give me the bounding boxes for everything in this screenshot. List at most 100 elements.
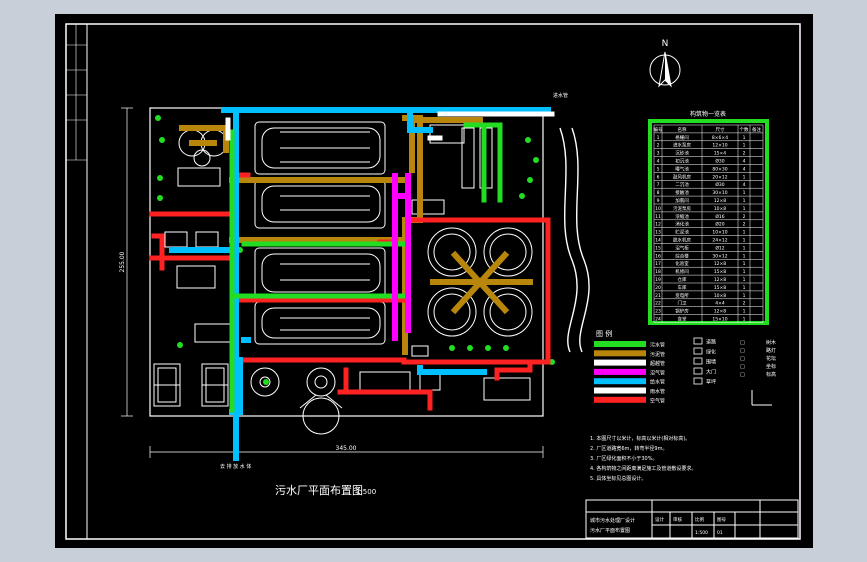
table-cell: 二沉池 [675, 181, 689, 188]
table-cell: 12×8 [714, 309, 726, 315]
table-cell: 21 [655, 293, 661, 299]
table-cell: 4 [743, 182, 746, 188]
title-block-project: 城市污水处理厂设计 [590, 517, 635, 524]
note-line: 2. 厂区道路宽6m，转弯半径9m。 [590, 445, 667, 452]
legend-title: 图 例 [596, 329, 612, 338]
table-cell: 18 [655, 269, 661, 275]
table-cell: 3 [657, 151, 660, 157]
table-cell: 进水泵房 [673, 142, 691, 149]
table-cell: 化验室 [675, 260, 689, 267]
table-cell: 30×12 [712, 253, 727, 259]
inlet-label: 进水管 [553, 92, 568, 99]
table-cell: 1 [743, 261, 746, 267]
table-cell: 12×10 [712, 143, 727, 149]
table-cell: 17 [655, 261, 661, 267]
table-cell: 浓缩池 [675, 213, 689, 220]
table-cell: 12 [655, 222, 661, 228]
table-cell: 14 [655, 238, 661, 244]
table-cell: 鼓风机房 [673, 173, 691, 180]
table-cell: 1 [743, 317, 746, 323]
title-block-drawing: 污水厂平面布置图 [590, 527, 630, 534]
table-cell: 15 [655, 245, 661, 251]
title-block-label: 图号 [717, 517, 726, 523]
table-cell: 2 [743, 214, 746, 220]
legend-extra-label: 花坛 [766, 355, 776, 362]
table-cell: 2 [743, 151, 746, 157]
left-dimension-text: 255.00 [119, 251, 126, 272]
table-cell: 24×12 [712, 238, 727, 244]
table-cell: 13 [655, 230, 661, 236]
table-cell: 9 [657, 198, 660, 204]
legend-swatch [594, 341, 646, 347]
table-cell: 1 [743, 309, 746, 315]
table-cell: 22 [655, 301, 661, 307]
table-cell: 1 [743, 230, 746, 236]
table-cell: 锅炉房 [675, 308, 689, 315]
note-line: 1. 本图尺寸以米计，标高以米计(相对标高)。 [590, 435, 690, 442]
legend-label: 空气管 [650, 397, 665, 404]
legend-swatch [594, 378, 646, 385]
table-cell: 15×8 [714, 285, 726, 291]
table-cell: 1 [743, 293, 746, 299]
table-cell: 脱水机房 [673, 237, 691, 244]
table-cell: 格栅间 [675, 134, 689, 141]
table-cell: 1 [743, 198, 746, 204]
title-block-label: 设计 [655, 516, 664, 523]
legend-label: 雨水管 [650, 388, 665, 395]
legend-extra-label: 坐标 [766, 363, 776, 370]
table-cell: 初沉池 [675, 158, 689, 165]
table-cell: 沉砂池 [675, 150, 689, 157]
table-cell: 加氯间 [675, 197, 689, 204]
table-cell: 污泥泵房 [673, 205, 691, 212]
table-cell: 食堂 [678, 316, 687, 323]
legend-extra-mark: □ [740, 348, 745, 354]
legend-label: 污泥管 [650, 351, 665, 358]
table-cell: 8×6×4 [712, 135, 728, 141]
table-cell: 4 [743, 166, 746, 172]
table-cell: 4 [657, 159, 660, 165]
table-cell: 12×8 [714, 261, 726, 267]
table-cell: 80×30 [712, 166, 727, 172]
table-cell: 机修间 [675, 268, 689, 275]
legend-label: 超越管 [650, 360, 665, 367]
table-cell: 5 [657, 166, 660, 172]
table-cell: 1 [743, 253, 746, 259]
table-cell: 变电所 [675, 292, 689, 299]
table-cell: 12×8 [714, 198, 726, 204]
table-header-cell: 尺寸 [716, 126, 725, 133]
table-cell: 1 [743, 245, 746, 251]
table-cell: 4×4 [715, 301, 725, 307]
table-cell: 1 [743, 143, 746, 149]
table-cell: 1 [743, 135, 746, 141]
table-cell: 15×10 [712, 317, 727, 323]
table-cell: Ø30 [715, 158, 724, 165]
table-cell: 1 [743, 190, 746, 196]
table-cell: 贮泥池 [675, 229, 689, 236]
table-cell: 11 [655, 214, 661, 220]
drawing-title: 污水厂平面布置图 [275, 484, 363, 497]
table-cell: 7 [657, 182, 660, 188]
table-cell: Ø12 [715, 244, 724, 251]
table-cell: 24 [655, 317, 661, 323]
outfall-label: 去 排 放 水 体 [220, 463, 251, 470]
title-block-value: 1:500 [695, 530, 708, 536]
legend-swatch [594, 368, 646, 375]
table-cell: 1 [743, 174, 746, 180]
legend-label: 污水管 [650, 342, 665, 349]
bottom-dimension-text: 345.00 [336, 445, 357, 452]
table-cell: 30×10 [712, 190, 727, 196]
table-header-cell: 个数 [740, 126, 749, 133]
table-cell: 沼气柜 [675, 244, 689, 251]
table-cell: 12×8 [714, 277, 726, 283]
table-cell: 16 [655, 253, 661, 259]
legend-swatch [594, 396, 646, 403]
table-cell: 1 [657, 135, 660, 141]
legend-symbol-label: 围墙 [706, 359, 716, 366]
table-cell: 10×8 [714, 293, 726, 299]
table-cell: 接触池 [675, 189, 689, 196]
title-block-label: 比例 [695, 516, 704, 523]
note-line: 4. 各构筑物之间距离满足施工及管道敷设要求。 [590, 465, 696, 472]
table-cell: 消化池 [675, 221, 689, 228]
table-cell: 1 [743, 285, 746, 291]
legend-extra-label: 标高 [766, 371, 776, 378]
